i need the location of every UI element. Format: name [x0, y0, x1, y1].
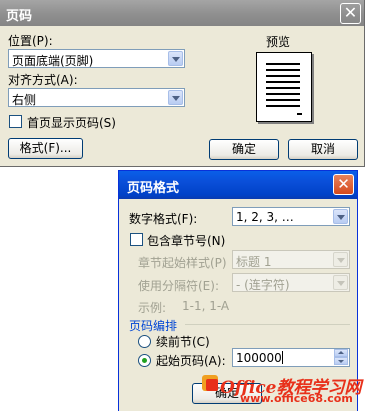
- start-at-input[interactable]: 100000: [232, 348, 350, 367]
- numbering-group-label: 页码编排: [129, 319, 178, 333]
- first-page-label: 首页显示页码(S): [27, 116, 116, 130]
- first-page-checkbox[interactable]: [9, 115, 22, 128]
- chevron-down-icon[interactable]: [168, 90, 183, 105]
- alignment-value: 右侧: [12, 93, 37, 107]
- alignment-select[interactable]: 右侧: [8, 88, 185, 107]
- preview-text-line: [266, 93, 300, 95]
- start-at-value: 100000: [236, 351, 282, 365]
- preview-text-line: [266, 105, 300, 107]
- alignment-label: 对齐方式(A):: [8, 73, 78, 87]
- start-at-label: 起始页码(A):: [156, 354, 226, 368]
- group-divider: [185, 324, 350, 325]
- chevron-down-icon[interactable]: [333, 275, 348, 290]
- preview-text-line: [266, 75, 300, 77]
- separator-label: 使用分隔符(E):: [138, 279, 219, 293]
- include-chapter-checkbox[interactable]: [130, 233, 143, 246]
- number-format-value: 1, 2, 3, …: [236, 210, 294, 224]
- separator-select[interactable]: - (连字符): [232, 273, 350, 292]
- chevron-down-icon[interactable]: [333, 252, 348, 267]
- page-number-format-title: 页码格式: [127, 181, 180, 196]
- page-numbers-dialog: 页码 ✕ 位置(P): 页面底端(页脚) 对齐方式(A): 右侧 首页显示页码(…: [0, 0, 365, 167]
- separator-value: - (连字符): [236, 278, 290, 292]
- chevron-down-icon[interactable]: [168, 51, 183, 66]
- text-caret: [282, 351, 283, 364]
- position-value: 页面底端(页脚): [12, 54, 94, 68]
- position-select[interactable]: 页面底端(页脚): [8, 49, 185, 68]
- include-chapter-label: 包含章节号(N): [147, 234, 226, 248]
- ok-button[interactable]: 确定: [209, 139, 279, 160]
- position-label: 位置(P):: [8, 34, 53, 48]
- continue-label: 续前节(C): [156, 335, 210, 349]
- preview-text-line: [266, 63, 300, 65]
- preview-page: [256, 52, 312, 122]
- number-format-select[interactable]: 1, 2, 3, …: [232, 207, 350, 226]
- spin-up-icon[interactable]: [334, 349, 348, 357]
- chapter-style-value: 标题 1: [236, 255, 272, 269]
- continue-radio[interactable]: [138, 335, 151, 348]
- page-numbers-title-bar[interactable]: 页码 ✕: [0, 0, 364, 26]
- preview-text-line: [266, 99, 300, 101]
- example-label: 示例:: [138, 301, 167, 315]
- start-at-radio[interactable]: [138, 354, 151, 367]
- watermark-url: www.office68.com: [240, 392, 353, 405]
- chapter-style-select[interactable]: 标题 1: [232, 250, 350, 269]
- preview-text-line: [266, 87, 300, 89]
- format-button[interactable]: 格式(F)...: [8, 138, 83, 159]
- number-format-label: 数字格式(F):: [129, 212, 198, 226]
- page-numbers-title: 页码: [6, 9, 33, 24]
- page-number-format-title-bar[interactable]: 页码格式 ✕: [119, 171, 357, 199]
- cancel-button[interactable]: 取消: [288, 139, 358, 160]
- preview-page-number: [297, 113, 302, 115]
- spin-down-icon[interactable]: [334, 357, 348, 365]
- chevron-down-icon[interactable]: [333, 209, 348, 224]
- close-icon[interactable]: ✕: [333, 174, 354, 195]
- close-icon[interactable]: ✕: [340, 3, 361, 24]
- office-logo-icon: [202, 375, 218, 391]
- preview-text-line: [266, 81, 300, 83]
- chapter-style-label: 章节起始样式(P): [138, 256, 227, 270]
- preview-label: 预览: [266, 35, 291, 49]
- example-value: 1-1, 1-A: [182, 299, 230, 313]
- preview-text-line: [266, 69, 300, 71]
